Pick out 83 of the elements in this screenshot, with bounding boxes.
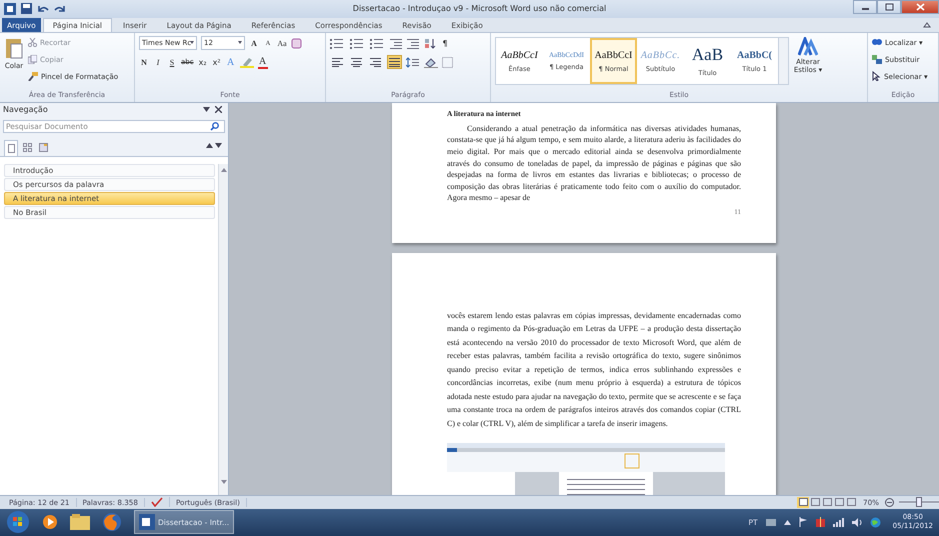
- flag-icon[interactable]: [798, 517, 808, 528]
- start-button-icon[interactable]: [6, 510, 30, 534]
- save-icon[interactable]: [21, 3, 32, 14]
- scroll-down-icon[interactable]: [220, 478, 228, 485]
- folder-icon[interactable]: [70, 514, 90, 530]
- view-button[interactable]: [809, 496, 822, 508]
- align-button[interactable]: [387, 55, 402, 70]
- styles-icon: [798, 37, 818, 58]
- undo-icon[interactable]: [37, 4, 49, 14]
- line-spacing-icon[interactable]: [406, 56, 420, 68]
- zoom-slider-thumb[interactable]: [916, 497, 922, 508]
- superscript-button[interactable]: x²: [212, 56, 222, 69]
- globe-icon[interactable]: [870, 516, 881, 528]
- view-button[interactable]: [845, 496, 858, 508]
- search-icon[interactable]: [210, 122, 219, 131]
- indent-icon[interactable]: [390, 38, 403, 49]
- align-button[interactable]: [330, 55, 345, 70]
- paintbrush-icon: [28, 72, 38, 81]
- close-icon[interactable]: [215, 106, 222, 114]
- body-paragraph: Considerando a atual penetração da informática nas diversas atividades humanas, constata-se que já há algum tempo, e sem muito alarde, a literatura aderiu às facilidades do meio digital. Por mais que o mercado editorial ainda se desenvolva primordialmente através do consumo de toneladas de papel, da impressão de páginas e páginas que são despejadas na forma de livros em estantes das livrarias e bibliotecas; o processo de composição das obras literárias é praticamente todo feito com o auxílio do computador. Agora mesmo – apesar de: [447, 122, 741, 204]
- align-icon: [351, 58, 362, 67]
- subscript-button[interactable]: x₂: [198, 56, 208, 69]
- page-icon: [798, 498, 808, 506]
- browser-icon[interactable]: [102, 512, 122, 532]
- window-title: Dissertacao - Introduçao v9 - Microsoft Word uso não comercial: [352, 4, 608, 14]
- maximize-icon: [884, 3, 894, 11]
- shading-icon[interactable]: [424, 56, 438, 68]
- minimize-button[interactable]: [853, 0, 877, 14]
- network-signal-icon[interactable]: [832, 518, 844, 527]
- replace-icon: [872, 54, 882, 64]
- media-player-icon[interactable]: [42, 514, 58, 530]
- clipboard-icon: [4, 37, 24, 62]
- copy-icon: [28, 54, 37, 64]
- zoom-slider[interactable]: [899, 497, 939, 508]
- grid-icon: [22, 143, 32, 152]
- body-paragraph: vocês estarem lendo estas palavras em cópias impressas, devidamente encadernadas como manda o regimento da Pós-graduação em Letras da UFPE – a produção desta dissertação está acontecendo na versão 2010 do processador de texto Microsoft Word, que além de receber estas palavras, também facilita a revisão ortográfica do texto, sugere sinônimos quando preciso evitar a repetição de termos, indica erros sublinhando expressões e concordâncias incorretas, exibe (num menu próprio à esquerda) a estrutura de tópicos adotada neste estudo para ajudar na navegação do texto, permite que se acrescente e se faça uma constante troca na ordem de parágrafos inteiros através dos comandos copiar (CTRL C) e colar (CTRL V), além de simplificar a tarefa de inserir imagens.: [447, 310, 741, 430]
- page-icon: [8, 144, 14, 153]
- clear-formatting-icon[interactable]: [291, 38, 302, 49]
- view-button[interactable]: [821, 496, 834, 508]
- view-button[interactable]: [833, 496, 846, 508]
- zoom-out-icon[interactable]: [885, 498, 894, 507]
- borders-icon[interactable]: [442, 56, 453, 68]
- gallery-scrollbar[interactable]: [778, 38, 788, 84]
- binoculars-icon: [872, 38, 882, 46]
- next-heading-icon[interactable]: [215, 143, 222, 148]
- show-marks-button[interactable]: ¶: [440, 36, 450, 50]
- scroll-up-icon[interactable]: [220, 166, 228, 173]
- indent-icon[interactable]: [407, 38, 420, 49]
- change-case-button[interactable]: Aa: [277, 36, 287, 50]
- print-layout-button[interactable]: [797, 496, 810, 508]
- close-icon: [916, 3, 924, 11]
- sort-icon[interactable]: [424, 38, 436, 49]
- align-icon: [389, 58, 400, 67]
- show-hidden-icons[interactable]: [784, 520, 791, 525]
- word-logo-icon[interactable]: [4, 2, 16, 15]
- close-button[interactable]: [901, 0, 939, 14]
- italic-button[interactable]: I: [153, 56, 163, 69]
- previous-heading-icon[interactable]: [206, 143, 213, 148]
- volume-icon[interactable]: [852, 518, 862, 527]
- grow-font-button[interactable]: A: [249, 36, 259, 50]
- scissors-icon: [28, 38, 37, 47]
- cursor-icon: [872, 71, 881, 82]
- word-icon: [139, 514, 155, 530]
- maximize-button[interactable]: [877, 0, 901, 14]
- headings-view-tab[interactable]: [4, 140, 18, 156]
- pane-menu-icon[interactable]: [203, 107, 210, 112]
- pane-title: Navegação: [3, 105, 48, 114]
- align-button[interactable]: [368, 55, 383, 70]
- underline-button[interactable]: S: [167, 56, 177, 69]
- list-icon[interactable]: [350, 38, 366, 49]
- keyboard-icon[interactable]: [766, 518, 776, 526]
- list-icon[interactable]: [370, 38, 386, 49]
- results-icon: [38, 143, 48, 152]
- minimize-ribbon-icon[interactable]: [923, 22, 931, 28]
- list-icon[interactable]: [330, 38, 346, 49]
- gift-icon[interactable]: [816, 517, 825, 528]
- align-icon: [370, 58, 381, 67]
- redo-icon[interactable]: [54, 4, 66, 14]
- align-button[interactable]: [349, 55, 364, 70]
- bold-button[interactable]: N: [139, 56, 149, 69]
- scrollbar[interactable]: [218, 164, 228, 495]
- font-color-button[interactable]: A: [258, 56, 268, 69]
- align-icon: [332, 58, 343, 67]
